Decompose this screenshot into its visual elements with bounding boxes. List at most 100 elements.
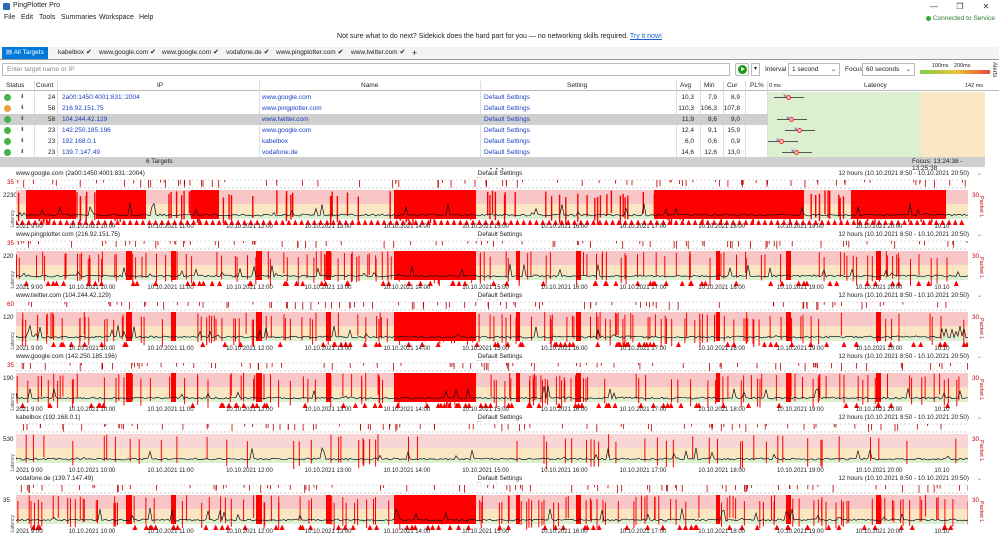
ip-cell[interactable]: 139.7.147.49 xyxy=(62,149,100,156)
setting-cell[interactable]: Default Settings xyxy=(484,116,530,123)
minimize-icon[interactable]: — xyxy=(921,0,947,13)
packet-loss-spike xyxy=(67,497,69,524)
menu-workspace[interactable]: Workspace xyxy=(99,14,134,21)
graph-setting[interactable]: Default Settings xyxy=(440,292,560,299)
col-name[interactable]: Name xyxy=(361,82,378,89)
ip-cell[interactable]: 104.244.42.129 xyxy=(62,116,107,123)
col-min[interactable]: Min xyxy=(704,82,714,89)
col-count[interactable]: Count xyxy=(36,82,53,89)
graph-setting[interactable]: Default Settings xyxy=(440,353,560,360)
jitter-mark xyxy=(349,363,351,368)
start-tracing-button[interactable] xyxy=(735,63,749,76)
target-row[interactable]: ılı 24 2a00:1450:4001:831::2004 www.goog… xyxy=(0,92,768,103)
jitter-mark xyxy=(577,241,578,245)
tab-google-1[interactable]: www.google.com ✔ xyxy=(99,47,156,59)
name-cell[interactable]: www.google.com xyxy=(262,127,311,134)
latency-timeline[interactable] xyxy=(16,239,968,286)
graph-panel[interactable]: www.twitter.com (104.244.42.129) Default… xyxy=(0,292,985,352)
tab-pingplotter[interactable]: www.pingplotter.com ✔ xyxy=(276,47,344,59)
graph-setting[interactable]: Default Settings xyxy=(440,475,560,482)
collapse-icon[interactable]: ⌄ xyxy=(977,292,982,299)
target-row[interactable]: ılı 58 216.92.151.75 www.pingplotter.com… xyxy=(0,103,768,114)
bar-chart-icon[interactable]: ılı xyxy=(21,138,24,144)
latency-timeline[interactable] xyxy=(16,300,968,347)
menu-edit[interactable]: Edit xyxy=(21,14,33,21)
packet-loss-spike xyxy=(632,314,634,343)
col-cur[interactable]: Cur xyxy=(727,82,737,89)
tab-kabelbox[interactable]: kabelbox ✔ xyxy=(58,47,92,59)
collapse-icon[interactable]: ⌄ xyxy=(977,353,982,360)
tab-all-targets[interactable]: ▤ All Targets xyxy=(2,47,48,59)
maximize-icon[interactable]: ❐ xyxy=(947,0,973,13)
packet-loss-spike xyxy=(813,500,815,526)
col-setting[interactable]: Setting xyxy=(567,82,587,89)
graph-setting[interactable]: Default Settings xyxy=(440,414,560,421)
latency-timeline[interactable] xyxy=(16,483,968,530)
collapse-icon[interactable]: ⌄ xyxy=(977,414,982,421)
target-row[interactable]: ılı 58 104.244.42.129 www.twitter.com De… xyxy=(0,114,768,125)
menu-summaries[interactable]: Summaries xyxy=(61,14,96,21)
packet-loss-spike xyxy=(297,257,299,286)
tab-google-2[interactable]: www.google.com ✔ xyxy=(162,47,219,59)
name-cell[interactable]: vodafone.de xyxy=(262,149,298,156)
ip-cell[interactable]: 192.168.0.1 xyxy=(62,138,96,145)
packet-loss-spike xyxy=(398,380,400,408)
graph-setting[interactable]: Default Settings xyxy=(440,170,560,177)
ip-cell[interactable]: 142.250.185.196 xyxy=(62,127,111,134)
bar-chart-icon[interactable]: ılı xyxy=(21,105,24,111)
target-row[interactable]: ılı 23 192.168.0.1 kabelbox Default Sett… xyxy=(0,136,768,147)
latency-timeline[interactable] xyxy=(16,361,968,408)
alerts-panel-tab[interactable]: Alerts xyxy=(986,62,997,80)
tab-vodafone[interactable]: vodafone.de ✔ xyxy=(226,47,270,59)
trace-options-dropdown[interactable]: ▾ xyxy=(751,63,760,76)
col-status[interactable]: Status xyxy=(6,82,24,89)
bar-chart-icon[interactable]: ılı xyxy=(21,116,24,122)
collapse-icon[interactable]: ⌄ xyxy=(977,170,982,177)
col-latency[interactable]: Latency xyxy=(864,82,887,89)
ip-cell[interactable]: 216.92.151.75 xyxy=(62,105,104,112)
jitter-mark xyxy=(157,302,158,306)
setting-cell[interactable]: Default Settings xyxy=(484,149,530,156)
packet-loss-spike xyxy=(342,373,344,397)
latency-timeline[interactable] xyxy=(16,178,968,225)
collapse-icon[interactable]: ⌄ xyxy=(977,231,982,238)
tab-twitter[interactable]: www.twitter.com ✔ xyxy=(351,47,405,59)
jitter-mark xyxy=(129,302,130,310)
target-row[interactable]: ılı 23 142.250.185.196 www.google.com De… xyxy=(0,125,768,136)
col-pl[interactable]: PL% xyxy=(750,82,764,89)
graph-panel[interactable]: kabelbox (192.168.0.1) Default Settings … xyxy=(0,414,985,474)
packet-loss-spike xyxy=(789,312,791,336)
name-cell[interactable]: www.google.com xyxy=(262,94,311,101)
banner-link[interactable]: Try it now! xyxy=(630,33,662,40)
menu-tools[interactable]: Tools xyxy=(39,14,55,21)
bar-chart-icon[interactable]: ılı xyxy=(21,127,24,133)
collapse-icon[interactable]: ⌄ xyxy=(977,475,982,482)
latency-timeline[interactable] xyxy=(16,422,968,469)
bar-chart-icon[interactable]: ılı xyxy=(21,149,24,155)
setting-cell[interactable]: Default Settings xyxy=(484,105,530,112)
add-tab-button[interactable]: + xyxy=(412,47,417,59)
menu-file[interactable]: File xyxy=(4,14,15,21)
interval-select[interactable]: 1 second ⌄ xyxy=(788,63,840,76)
graph-panel[interactable]: www.google.com (142.250.185.196) Default… xyxy=(0,353,985,413)
setting-cell[interactable]: Default Settings xyxy=(484,127,530,134)
col-avg[interactable]: Avg xyxy=(680,82,691,89)
menu-help[interactable]: Help xyxy=(139,14,153,21)
ip-cell[interactable]: 2a00:1450:4001:831::2004 xyxy=(62,94,140,101)
packet-loss-spike xyxy=(802,314,804,344)
setting-cell[interactable]: Default Settings xyxy=(484,138,530,145)
name-cell[interactable]: kabelbox xyxy=(262,138,288,145)
graph-panel[interactable]: www.google.com (2a00:1450:4001:831::2004… xyxy=(0,170,985,230)
name-cell[interactable]: www.pingplotter.com xyxy=(262,105,322,112)
name-cell[interactable]: www.twitter.com xyxy=(262,116,309,123)
close-icon[interactable]: ✕ xyxy=(973,0,999,13)
setting-cell[interactable]: Default Settings xyxy=(484,94,530,101)
focus-select[interactable]: 60 seconds ⌄ xyxy=(862,63,915,76)
jitter-mark xyxy=(890,241,892,244)
graph-panel[interactable]: www.pingplotter.com (216.92.151.75) Defa… xyxy=(0,231,985,291)
target-input[interactable]: Enter target name or IP xyxy=(2,63,730,76)
graph-panel[interactable]: vodafone.de (139.7.147.49) Default Setti… xyxy=(0,475,985,535)
col-ip[interactable]: IP xyxy=(157,82,163,89)
graph-setting[interactable]: Default Settings xyxy=(440,231,560,238)
bar-chart-icon[interactable]: ılı xyxy=(21,94,24,100)
